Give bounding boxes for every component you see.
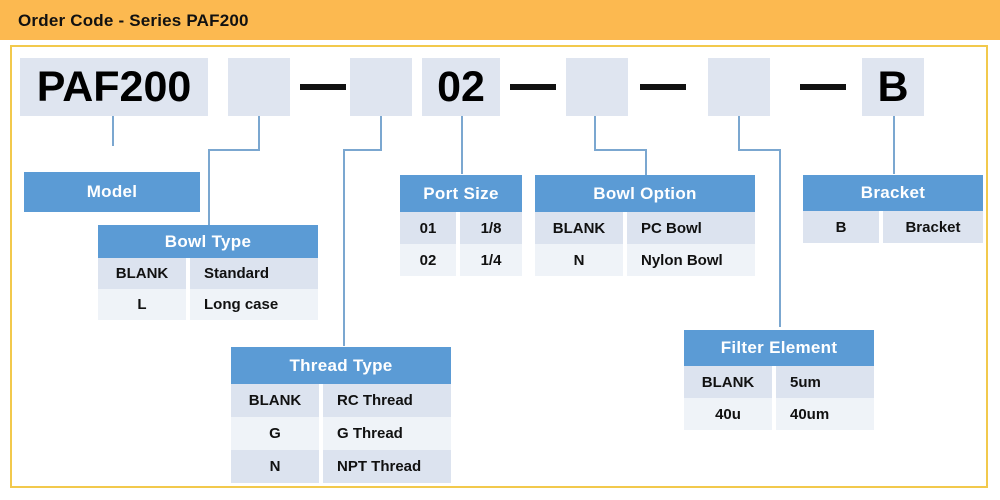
table-thread-type: Thread Type BLANK RC Thread G G Thread N… bbox=[231, 347, 451, 483]
code-segment-thread-type bbox=[350, 58, 412, 116]
table-model-title: Model bbox=[24, 172, 200, 212]
table-bowl-type: Bowl Type BLANK Standard L Long case bbox=[98, 225, 318, 320]
table-row: N NPT Thread bbox=[231, 450, 451, 483]
table-row: L Long case bbox=[98, 289, 318, 320]
cell-desc: 1/8 bbox=[460, 212, 522, 244]
table-model: Model bbox=[24, 172, 200, 212]
table-thread-type-title: Thread Type bbox=[231, 347, 451, 384]
cell-desc: 40um bbox=[776, 398, 874, 430]
cell-code: N bbox=[535, 244, 623, 276]
connector-bowl-option-seg3 bbox=[645, 149, 647, 175]
connector-thread-type-seg2 bbox=[343, 149, 382, 151]
code-segment-model: PAF200 bbox=[20, 58, 208, 116]
table-row: 02 1/4 bbox=[400, 244, 522, 276]
connector-bowl-type-seg2 bbox=[208, 149, 260, 151]
connector-filter-element-seg3 bbox=[779, 149, 781, 327]
order-code-diagram: Order Code - Series PAF200 PAF200 02 B M… bbox=[0, 0, 1000, 500]
cell-code: G bbox=[231, 417, 319, 450]
table-bowl-type-title: Bowl Type bbox=[98, 225, 318, 258]
connector-bowl-type-seg3 bbox=[208, 149, 210, 225]
code-segment-port-size: 02 bbox=[422, 58, 500, 116]
table-port-size: Port Size 01 1/8 02 1/4 bbox=[400, 175, 522, 276]
table-bowl-option: Bowl Option BLANK PC Bowl N Nylon Bowl bbox=[535, 175, 755, 276]
code-dash-2 bbox=[510, 84, 556, 90]
connector-thread-type-seg1 bbox=[380, 116, 382, 150]
code-dash-3 bbox=[640, 84, 686, 90]
page-title: Order Code - Series PAF200 bbox=[18, 11, 249, 30]
connector-bowl-option-seg1 bbox=[594, 116, 596, 150]
cell-code: L bbox=[98, 289, 186, 320]
cell-code: N bbox=[231, 450, 319, 483]
table-port-size-title: Port Size bbox=[400, 175, 522, 212]
code-dash-4 bbox=[800, 84, 846, 90]
cell-code: BLANK bbox=[231, 384, 319, 417]
cell-desc: PC Bowl bbox=[627, 212, 755, 244]
cell-desc: Standard bbox=[190, 258, 318, 289]
cell-desc: G Thread bbox=[323, 417, 451, 450]
cell-desc: NPT Thread bbox=[323, 450, 451, 483]
cell-desc: Bracket bbox=[883, 211, 983, 243]
code-segment-bracket: B bbox=[862, 58, 924, 116]
table-row: B Bracket bbox=[803, 211, 983, 243]
connector-bracket bbox=[893, 116, 895, 174]
cell-desc: 1/4 bbox=[460, 244, 522, 276]
connector-bowl-type-seg1 bbox=[258, 116, 260, 150]
cell-code: B bbox=[803, 211, 879, 243]
table-row: BLANK PC Bowl bbox=[535, 212, 755, 244]
table-row: BLANK Standard bbox=[98, 258, 318, 289]
cell-code: 02 bbox=[400, 244, 456, 276]
table-row: N Nylon Bowl bbox=[535, 244, 755, 276]
cell-desc: RC Thread bbox=[323, 384, 451, 417]
cell-code: 40u bbox=[684, 398, 772, 430]
table-row: BLANK 5um bbox=[684, 366, 874, 398]
cell-desc: 5um bbox=[776, 366, 874, 398]
cell-code: BLANK bbox=[535, 212, 623, 244]
connector-thread-type-seg3 bbox=[343, 149, 345, 346]
code-segment-filter-element bbox=[708, 58, 770, 116]
table-row: 40u 40um bbox=[684, 398, 874, 430]
cell-desc: Long case bbox=[190, 289, 318, 320]
connector-model bbox=[112, 116, 114, 146]
connector-bowl-option-seg2 bbox=[594, 149, 646, 151]
code-segment-bowl-option bbox=[566, 58, 628, 116]
table-bracket: Bracket B Bracket bbox=[803, 175, 983, 243]
cell-code: BLANK bbox=[684, 366, 772, 398]
cell-desc: Nylon Bowl bbox=[627, 244, 755, 276]
cell-code: 01 bbox=[400, 212, 456, 244]
table-row: BLANK RC Thread bbox=[231, 384, 451, 417]
table-filter-element: Filter Element BLANK 5um 40u 40um bbox=[684, 330, 874, 430]
code-dash-1 bbox=[300, 84, 346, 90]
table-filter-element-title: Filter Element bbox=[684, 330, 874, 366]
table-row: 01 1/8 bbox=[400, 212, 522, 244]
connector-filter-element-seg2 bbox=[738, 149, 780, 151]
table-row: G G Thread bbox=[231, 417, 451, 450]
code-segment-bowl-type bbox=[228, 58, 290, 116]
table-bowl-option-title: Bowl Option bbox=[535, 175, 755, 212]
connector-port-size bbox=[461, 116, 463, 174]
table-bracket-title: Bracket bbox=[803, 175, 983, 211]
connector-filter-element-seg1 bbox=[738, 116, 740, 150]
cell-code: BLANK bbox=[98, 258, 186, 289]
